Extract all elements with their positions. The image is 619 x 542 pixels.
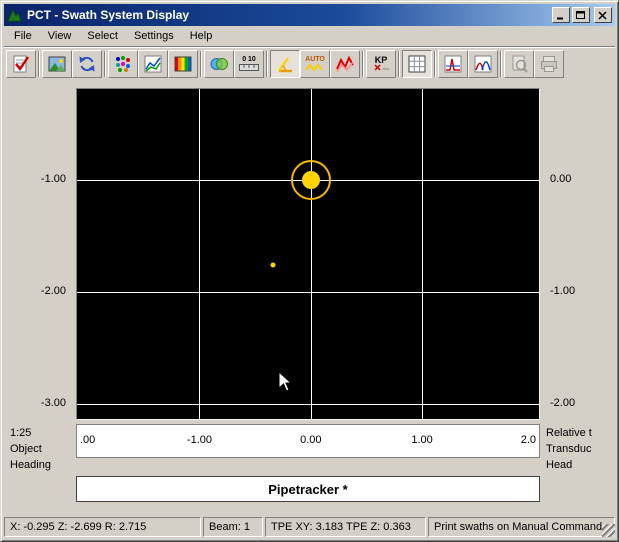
menu-settings[interactable]: Settings bbox=[126, 28, 182, 45]
venn-circles-icon bbox=[209, 54, 229, 74]
status-tpe: TPE XY: 3.183 TPE Z: 0.363 bbox=[265, 517, 426, 537]
toolbar-separator bbox=[200, 51, 202, 77]
scale-and-reference-left: 1:25 Object Heading bbox=[10, 425, 74, 473]
menu-help[interactable]: Help bbox=[182, 28, 221, 45]
x-tick-label: 1.00 bbox=[411, 434, 432, 446]
title-bar[interactable]: PCT - Swath System Display bbox=[4, 4, 615, 26]
colormap-button[interactable] bbox=[168, 50, 198, 78]
red-swath-icon bbox=[335, 54, 355, 74]
print-preview-button bbox=[504, 50, 534, 78]
scatter-icon bbox=[113, 54, 133, 74]
resize-grip[interactable] bbox=[602, 524, 615, 537]
y-axis-left: -1.00 -2.00 -3.00 bbox=[4, 89, 74, 419]
y-tick-label-right: -2.00 bbox=[550, 397, 575, 409]
status-beam: Beam: 1 bbox=[203, 517, 263, 537]
angle-icon bbox=[275, 54, 295, 74]
kp-button-label: KP bbox=[375, 57, 388, 64]
y-tick-label-right: 0.00 bbox=[550, 173, 571, 185]
refresh-icon bbox=[77, 54, 97, 74]
wave-icon bbox=[305, 63, 325, 72]
profile-chart-button[interactable] bbox=[138, 50, 168, 78]
y-axis-right: 0.00 -1.00 -2.00 bbox=[542, 89, 615, 419]
spectrum-curves-icon bbox=[473, 54, 493, 74]
colormap-icon bbox=[173, 54, 193, 74]
kp-button[interactable]: KP bbox=[366, 50, 396, 78]
toolbar-separator bbox=[500, 51, 502, 77]
status-bar: X: -0.295 Z: -2.699 R: 2.715 Beam: 1 TPE… bbox=[4, 514, 615, 538]
pipetracker-target bbox=[302, 171, 320, 189]
angle-mode-button[interactable] bbox=[270, 50, 300, 78]
auto-mode-button[interactable]: AUTO bbox=[300, 50, 330, 78]
maximize-button[interactable] bbox=[572, 7, 590, 23]
spectrum-a-button[interactable] bbox=[438, 50, 468, 78]
refresh-button[interactable] bbox=[72, 50, 102, 78]
pipetracker-title-box: Pipetracker * bbox=[76, 476, 540, 502]
reference-object-label: Object bbox=[10, 441, 74, 457]
toolbar-separator bbox=[104, 51, 106, 77]
printer-icon bbox=[539, 54, 559, 74]
menu-view[interactable]: View bbox=[40, 28, 80, 45]
relative-to-label: Relative t bbox=[546, 425, 615, 441]
spectrum-peak-icon bbox=[443, 54, 463, 74]
y-tick-label-right: -1.00 bbox=[550, 285, 575, 297]
image-icon bbox=[47, 54, 67, 74]
toolbar-separator bbox=[398, 51, 400, 77]
gridline-vertical bbox=[422, 89, 423, 419]
x-tick-label: .00 bbox=[80, 434, 95, 446]
gridline-horizontal bbox=[77, 292, 539, 293]
small-point bbox=[270, 263, 275, 268]
mouse-cursor bbox=[278, 371, 292, 392]
toolbar-separator bbox=[266, 51, 268, 77]
scatter-view-button[interactable] bbox=[108, 50, 138, 78]
scale-label: 1:25 bbox=[10, 425, 74, 441]
app-window: PCT - Swath System Display File View Sel… bbox=[0, 0, 619, 542]
grid-icon bbox=[407, 54, 427, 74]
gridline-vertical bbox=[311, 89, 312, 419]
toolbar-separator bbox=[434, 51, 436, 77]
gridline-horizontal bbox=[77, 404, 539, 405]
swath-lines-button[interactable] bbox=[330, 50, 360, 78]
app-icon bbox=[7, 8, 23, 23]
window-title: PCT - Swath System Display bbox=[27, 8, 550, 22]
menu-file[interactable]: File bbox=[6, 28, 40, 45]
heading-label: Heading bbox=[10, 457, 74, 473]
y-tick-label-left: -2.00 bbox=[41, 285, 66, 297]
head-label: Head bbox=[546, 457, 615, 473]
toolbar-separator bbox=[38, 51, 40, 77]
kp-marker-icon bbox=[371, 64, 391, 71]
x-tick-label: 2.0 bbox=[521, 434, 536, 446]
x-tick-label: 0.00 bbox=[300, 434, 321, 446]
reference-right: Relative t Transduc Head bbox=[546, 425, 615, 473]
grid-toggle-button[interactable] bbox=[402, 50, 432, 78]
y-tick-label-left: -1.00 bbox=[41, 173, 66, 185]
validate-button[interactable] bbox=[6, 50, 36, 78]
status-position: X: -0.295 Z: -2.699 R: 2.715 bbox=[4, 517, 201, 537]
minimize-button[interactable] bbox=[552, 7, 570, 23]
line-chart-icon bbox=[143, 54, 163, 74]
x-tick-label: -1.00 bbox=[187, 434, 212, 446]
print-preview-icon bbox=[509, 54, 529, 74]
checklist-icon bbox=[11, 54, 31, 74]
scale-button-label: 0 10 bbox=[242, 56, 256, 63]
scale-0-10-button[interactable]: 0 10 bbox=[234, 50, 264, 78]
transducer-label: Transduc bbox=[546, 441, 615, 457]
close-button[interactable] bbox=[594, 7, 612, 23]
print-button bbox=[534, 50, 564, 78]
y-tick-label-left: -3.00 bbox=[41, 397, 66, 409]
menu-bar: File View Select Settings Help bbox=[4, 26, 615, 46]
menu-select[interactable]: Select bbox=[79, 28, 126, 45]
plot-area[interactable] bbox=[76, 88, 540, 420]
image-view-button[interactable] bbox=[42, 50, 72, 78]
beam-circles-button[interactable] bbox=[204, 50, 234, 78]
pipetracker-title: Pipetracker * bbox=[268, 482, 348, 497]
workspace: -1.00-2.00-3.00 0.00-1.00-2.00 .00-1.000… bbox=[4, 80, 615, 514]
toolbar: 0 10 AUTO KP bbox=[4, 46, 615, 80]
spectrum-b-button[interactable] bbox=[468, 50, 498, 78]
ruler-icon bbox=[239, 63, 259, 72]
toolbar-separator bbox=[362, 51, 364, 77]
x-axis-strip: .00 -1.00 0.00 1.00 2.0 bbox=[76, 424, 540, 458]
auto-button-label: AUTO bbox=[305, 56, 325, 63]
status-message: Print swaths on Manual Command bbox=[428, 517, 615, 537]
gridline-vertical bbox=[199, 89, 200, 419]
